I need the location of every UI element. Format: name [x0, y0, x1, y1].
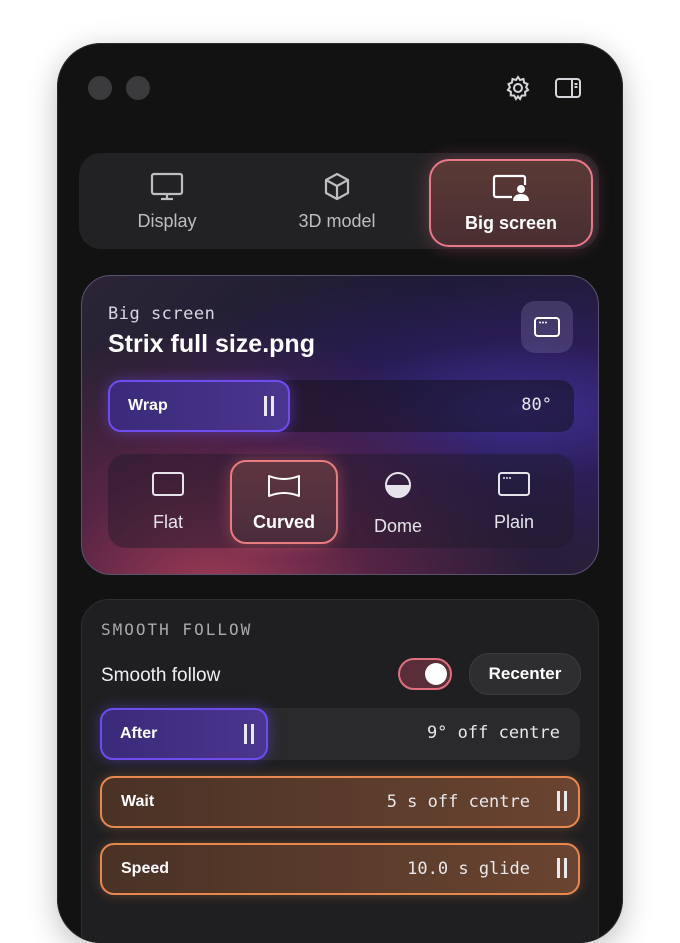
- smooth-follow-section: SMOOTH FOLLOW Smooth follow Recenter Aft…: [81, 599, 599, 943]
- card-subtitle: Big screen: [108, 304, 216, 324]
- screen-shape-picker: Flat Curved Dome Plain: [108, 454, 574, 548]
- shape-curved-label: Curved: [252, 512, 315, 532]
- wrap-slider-fill[interactable]: Wrap: [108, 380, 290, 432]
- recenter-button[interactable]: Recenter: [469, 653, 581, 695]
- window-button[interactable]: [521, 301, 573, 353]
- big-screen-card: Big screen Strix full size.png Wrap 80° …: [81, 275, 599, 575]
- after-slider-handle[interactable]: [244, 724, 254, 744]
- shape-flat-label: Flat: [152, 512, 183, 532]
- speed-label: Speed: [121, 860, 170, 877]
- tab-display-label: Display: [137, 211, 197, 231]
- wrap-value: 80°: [521, 395, 552, 415]
- speed-slider[interactable]: Speed 10.0 s glide: [100, 843, 580, 895]
- gear-icon[interactable]: [503, 73, 533, 103]
- tab-big-screen[interactable]: Big screen: [429, 159, 593, 247]
- dome-icon: [385, 472, 411, 498]
- smooth-follow-label: Smooth follow: [101, 665, 221, 686]
- shape-flat[interactable]: Flat: [114, 454, 222, 548]
- wait-slider[interactable]: Wait 5 s off centre: [100, 776, 580, 828]
- wait-value: 5 s off centre: [386, 792, 530, 812]
- shape-plain[interactable]: Plain: [460, 454, 568, 548]
- cube-icon: [324, 172, 350, 201]
- section-heading: SMOOTH FOLLOW: [101, 620, 253, 639]
- wrap-slider-handle[interactable]: [264, 396, 274, 416]
- app-window: Display 3D model Big screen Big screen S…: [57, 43, 623, 943]
- file-name-title: Strix full size.png: [108, 330, 315, 358]
- window-icon: [534, 317, 560, 337]
- shape-dome-label: Dome: [373, 516, 422, 536]
- wait-label: Wait: [121, 793, 155, 810]
- after-label: After: [120, 725, 158, 742]
- plain-window-icon: [498, 472, 530, 496]
- sidebar-toggle-icon[interactable]: [553, 73, 583, 103]
- mode-tabs: Display 3D model Big screen: [79, 153, 599, 249]
- tab-3d-model[interactable]: 3D model: [257, 159, 417, 243]
- shape-dome[interactable]: Dome: [344, 454, 452, 548]
- wrap-label: Wrap: [128, 397, 168, 414]
- window-close-dot[interactable]: [88, 76, 112, 100]
- tab-display[interactable]: Display: [87, 159, 247, 243]
- shape-plain-label: Plain: [493, 512, 535, 532]
- tab-big-screen-label: Big screen: [464, 213, 558, 233]
- after-slider-fill[interactable]: After: [100, 708, 268, 760]
- speed-slider-handle[interactable]: [557, 858, 567, 878]
- toggle-knob: [425, 663, 447, 685]
- smooth-follow-toggle[interactable]: [398, 658, 452, 690]
- big-screen-person-icon: [492, 174, 529, 201]
- speed-value: 10.0 s glide: [407, 859, 530, 879]
- monitor-icon: [150, 172, 184, 201]
- flat-screen-icon: [152, 472, 184, 496]
- wrap-slider[interactable]: Wrap 80°: [108, 380, 574, 432]
- curved-screen-icon: [268, 475, 300, 497]
- shape-curved[interactable]: Curved: [230, 460, 338, 544]
- after-value: 9° off centre: [426, 723, 560, 743]
- tab-3d-model-label: 3D model: [298, 211, 376, 231]
- after-slider[interactable]: After 9° off centre: [100, 708, 580, 760]
- wait-slider-handle[interactable]: [557, 791, 567, 811]
- window-minimize-dot[interactable]: [126, 76, 150, 100]
